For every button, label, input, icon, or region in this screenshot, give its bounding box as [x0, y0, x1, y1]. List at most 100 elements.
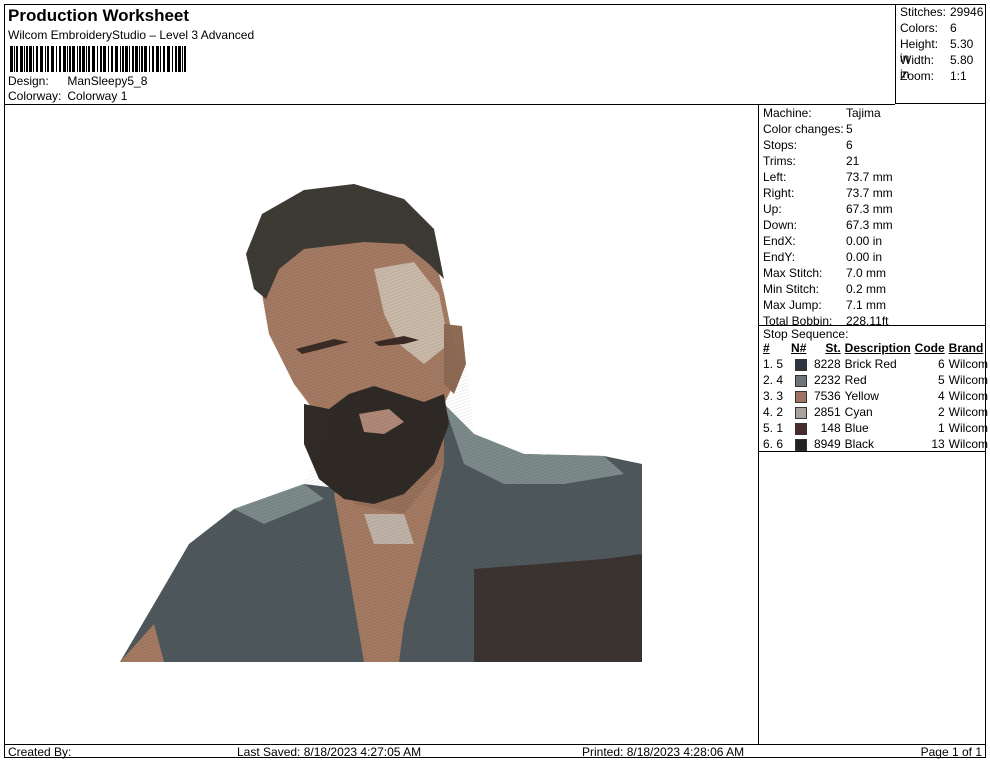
stop-description: Black: [844, 437, 874, 451]
summary-row: Stitches: 29946: [900, 5, 983, 19]
col-header-st: St.: [825, 341, 841, 355]
stop-color-swatch: [785, 388, 809, 404]
stop-stitches: 2232: [813, 373, 841, 387]
stop-sequence-table: # N# St. Description Code Brand 1. 5 8228…: [761, 340, 990, 452]
info-value: Tajima: [846, 106, 881, 120]
color-swatch: [795, 438, 808, 451]
last-saved: Last Saved: 8/18/2023 4:27:05 AM: [237, 745, 422, 759]
info-row: Color changes: 5: [763, 122, 853, 136]
info-value: 7.0 mm: [846, 266, 887, 280]
stop-index: 2. 4: [763, 373, 784, 387]
stop-code: 4: [937, 389, 945, 403]
table-row: 1. 5 8228 Brick Red 6 Wilcom: [761, 356, 990, 372]
summary-box: Stitches: 29946 Colors: 6 Height: 5.30 in W…: [895, 4, 986, 104]
stop-sequence-section: Stop Sequence:: [759, 325, 986, 341]
stop-stitches: 8949: [813, 437, 841, 451]
design-label: Design:: [8, 74, 49, 88]
info-row: Machine: Tajima: [763, 106, 881, 120]
info-label: Machine:: [763, 106, 812, 120]
info-label: Left:: [763, 170, 787, 184]
info-label: Min Stitch:: [763, 282, 820, 296]
stop-brand: Wilcom: [948, 389, 988, 403]
color-swatch: [795, 374, 808, 387]
color-swatch: [795, 422, 808, 435]
info-row: EndY: 0.00 in: [763, 250, 882, 264]
color-swatch: [795, 406, 808, 419]
stop-code: 2: [937, 405, 945, 419]
stop-description: Brick Red: [844, 357, 897, 371]
embroidery-design-image: [120, 184, 642, 662]
summary-value: 6: [950, 21, 957, 35]
printed-date: Printed: 8/18/2023 4:28:06 AM: [582, 745, 745, 759]
info-label: Up:: [763, 202, 782, 216]
stop-code: 1: [937, 421, 945, 435]
info-value: 67.3 mm: [846, 218, 893, 232]
table-header-row: # N# St. Description Code Brand: [761, 340, 990, 356]
info-label: EndX:: [763, 234, 796, 248]
stop-color-swatch: [785, 372, 809, 388]
stop-index: 1. 5: [763, 357, 784, 371]
col-header-num: #: [763, 341, 770, 355]
col-header-code: Code: [914, 341, 945, 355]
stop-index: 5. 1: [763, 421, 784, 435]
stop-sequence-divider: [759, 451, 986, 452]
info-label: Color changes:: [763, 122, 844, 136]
info-value: 5: [846, 122, 853, 136]
colorway-value: Colorway 1: [67, 89, 128, 103]
stop-stitches: 8228: [813, 357, 841, 371]
colorway-label: Colorway:: [8, 89, 62, 103]
info-row: Min Stitch: 0.2 mm: [763, 282, 886, 296]
info-label: Max Stitch:: [763, 266, 823, 280]
created-by: Created By:: [8, 745, 72, 759]
page-number: Page 1 of 1: [920, 745, 982, 759]
colorway-row: Colorway: Colorway 1: [8, 89, 127, 103]
stop-brand: Wilcom: [948, 373, 988, 387]
summary-row: Zoom: 1:1: [900, 69, 967, 83]
software-subtitle: Wilcom EmbroideryStudio – Level 3 Advanc…: [8, 28, 255, 42]
stop-description: Blue: [844, 421, 869, 435]
table-row: 2. 4 2232 Red 5 Wilcom: [761, 372, 990, 388]
stop-code: 6: [937, 357, 945, 371]
design-preview-area: [4, 104, 759, 744]
stop-description: Yellow: [844, 389, 879, 403]
stop-brand: Wilcom: [948, 421, 988, 435]
col-header-brand: Brand: [948, 341, 984, 355]
info-label: Down:: [763, 218, 798, 232]
barcode-image: [10, 46, 186, 72]
stop-stitches: 2851: [813, 405, 841, 419]
summary-label: Width:: [900, 53, 935, 67]
table-row: 3. 3 7536 Yellow 4 Wilcom: [761, 388, 990, 404]
stop-index: 6. 6: [763, 437, 784, 451]
info-label: Stops:: [763, 138, 798, 152]
info-row: Right: 73.7 mm: [763, 186, 893, 200]
info-value: 73.7 mm: [846, 170, 893, 184]
summary-row: Colors: 6: [900, 21, 957, 35]
summary-label: Colors:: [900, 21, 939, 35]
info-value: 0.2 mm: [846, 282, 887, 296]
stop-color-swatch: [785, 356, 809, 372]
stop-sequence-label: Stop Sequence:: [763, 327, 849, 341]
table-row: 4. 2 2851 Cyan 2 Wilcom: [761, 404, 990, 420]
stop-brand: Wilcom: [948, 405, 988, 419]
info-value: 21: [846, 154, 860, 168]
summary-value: 29946: [950, 5, 984, 19]
stop-color-swatch: [785, 420, 809, 436]
info-row: EndX: 0.00 in: [763, 234, 882, 248]
stop-stitches: 148: [820, 421, 841, 435]
stop-index: 4. 2: [763, 405, 784, 419]
info-row: Down: 67.3 mm: [763, 218, 893, 232]
info-value: 7.1 mm: [846, 298, 887, 312]
info-label: Trims:: [763, 154, 796, 168]
info-row: Stops: 6: [763, 138, 853, 152]
col-header-description: Description: [844, 341, 911, 355]
info-value: 0.00 in: [846, 234, 883, 248]
table-row: 5. 1 148 Blue 1 Wilcom: [761, 420, 990, 436]
info-row: Max Jump: 7.1 mm: [763, 298, 886, 312]
info-row: Left: 73.7 mm: [763, 170, 893, 184]
color-swatch: [795, 390, 808, 403]
info-label: EndY:: [763, 250, 796, 264]
info-row: Trims: 21: [763, 154, 859, 168]
info-row: Up: 67.3 mm: [763, 202, 893, 216]
summary-label: Zoom:: [900, 69, 935, 83]
color-swatch: [795, 358, 808, 371]
